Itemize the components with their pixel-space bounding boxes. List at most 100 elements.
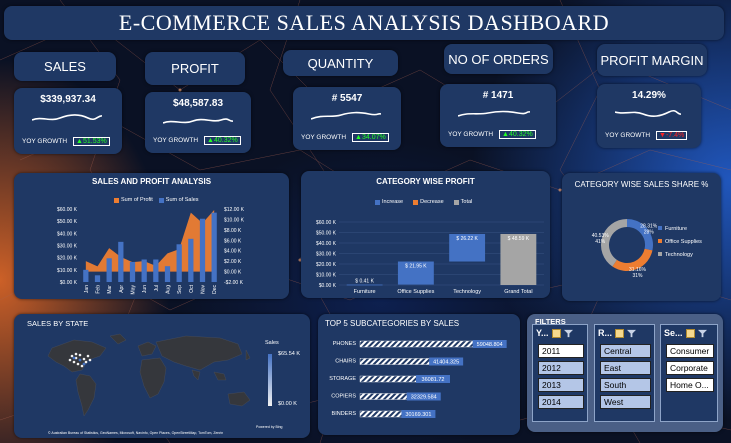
x-tick-label: Jul — [154, 285, 160, 291]
sales-bar — [199, 218, 206, 282]
region-slicer-header: R... — [595, 325, 654, 341]
x-tick-label: Feb — [96, 285, 102, 294]
kpi-profit-yoy-value: ▲40.32% — [204, 136, 241, 145]
sales-bar — [106, 258, 112, 282]
y-tick-label-right: $4.00 K — [224, 249, 242, 255]
kpi-orders-yoy: YOY GROWTH ▲40.32% — [448, 130, 536, 139]
year-item-2013[interactable]: 2013 — [538, 378, 584, 392]
sales-bar — [83, 269, 89, 282]
year-slicer: Y... 2011 2012 2013 2014 — [532, 324, 588, 422]
filters-panel: FILTERS Y... 2011 2012 2013 2014 R... Ce… — [527, 314, 723, 432]
kpi-profit-sparkline — [163, 118, 233, 124]
kpi-margin-yoy: YOY GROWTH ▼-7.4% — [605, 131, 688, 140]
category-label: STORAGE — [329, 376, 356, 382]
y-tick-label-right: $6.00 K — [224, 238, 242, 244]
region-item-west[interactable]: West — [600, 395, 651, 409]
segment-item-corporate[interactable]: Corporate — [666, 361, 714, 375]
kpi-orders-label: NO OF ORDERS — [448, 51, 549, 67]
kpi-margin-yoy-label: YOY GROWTH — [605, 132, 651, 139]
data-label: $ 0.41 K — [355, 279, 374, 285]
data-label: 30169.301 — [405, 412, 431, 418]
category-share-chart: 28.31%28%31.16%31%40.53%41%FurnitureOffi… — [592, 219, 702, 279]
segment-slicer-title: Se... — [664, 328, 683, 338]
y-tick-label-left: $50.00 K — [57, 219, 78, 225]
kpi-margin-value: 14.29% — [632, 90, 666, 101]
data-label: $ 26.22 K — [456, 236, 478, 242]
segment-item-consumer[interactable]: Consumer — [666, 344, 714, 358]
sales-bar — [141, 259, 147, 282]
region-item-south[interactable]: South — [600, 378, 651, 392]
x-tick-label: Sep — [177, 285, 183, 294]
increase-bar — [346, 284, 383, 286]
category-label: BINDERS — [332, 411, 357, 417]
legend-label: Office Supplies — [665, 239, 702, 245]
sales-bar — [153, 259, 159, 282]
map-legend-title: Sales — [265, 340, 279, 346]
year-item-2011[interactable]: 2011 — [538, 344, 584, 358]
kpi-orders-sparkline — [458, 110, 530, 117]
x-tick-label: Nov — [201, 285, 207, 294]
slice-label-short: 28% — [644, 229, 655, 235]
kpi-profit-card: $48,587.83 YOY GROWTH ▲40.32% — [145, 92, 251, 153]
kpi-sales-yoy-label: YOY GROWTH — [22, 138, 68, 145]
sales-by-state-panel: SALES BY STATE Sales $65.54 K $0.00 K Po… — [14, 314, 310, 438]
data-label: 59048.804 — [477, 342, 503, 348]
kpi-margin-label-box: PROFIT MARGIN — [597, 44, 707, 76]
y-tick-label: $50.00 K — [316, 231, 337, 237]
kpi-quantity-sparkline — [311, 111, 381, 120]
region-item-central[interactable]: Central — [600, 344, 651, 358]
world-map[interactable] — [14, 314, 310, 438]
multi-select-icon[interactable] — [615, 328, 625, 338]
region-item-east[interactable]: East — [600, 361, 651, 375]
clear-filter-icon[interactable] — [563, 329, 573, 338]
sales-bar — [176, 244, 182, 282]
x-tick-label: Technology — [453, 289, 481, 295]
x-tick-label: Aug — [166, 285, 172, 294]
year-item-2014[interactable]: 2014 — [538, 395, 584, 409]
kpi-sales-sparkline — [32, 114, 102, 121]
sales-profit-panel: SALES AND PROFIT ANALYSIS Sum of Profit … — [14, 173, 289, 299]
sales-bar — [188, 238, 194, 282]
clear-filter-icon[interactable] — [697, 329, 707, 338]
donut-slice — [601, 219, 628, 267]
sales-bar — [164, 266, 171, 282]
kpi-sales-label: SALES — [44, 59, 86, 74]
kpi-sales-label-box: SALES — [14, 52, 116, 81]
kpi-orders-card: # 1471 YOY GROWTH ▲40.32% — [440, 84, 556, 147]
map-powered-by: Powered by Bing — [256, 425, 283, 429]
y-tick-label: $20.00 K — [316, 262, 337, 268]
x-tick-label: Apr — [119, 285, 125, 293]
segment-item-home-office[interactable]: Home O... — [666, 378, 714, 392]
category-label: COPIERS — [331, 394, 356, 400]
y-tick-label: $10.00 K — [316, 273, 337, 279]
y-tick-label-right: $0.00 K — [224, 270, 242, 276]
y-tick-label-left: $30.00 K — [57, 244, 78, 250]
data-label: $ 48.59 K — [508, 236, 530, 242]
kpi-orders-yoy-value: ▲40.32% — [499, 130, 536, 139]
x-tick-label: Oct — [189, 284, 195, 292]
multi-select-icon[interactable] — [685, 328, 695, 338]
data-label: 41404.325 — [433, 360, 459, 366]
dashboard-title: E-COMMERCE SALES ANALYSIS DASHBOARD — [118, 10, 610, 35]
x-tick-label: Furniture — [354, 289, 376, 295]
y-tick-label: $0.00 K — [319, 283, 337, 289]
year-slicer-title: Y... — [536, 328, 549, 338]
legend-label: Technology — [665, 252, 693, 258]
kpi-sales-card: $339,937.34 YOY GROWTH ▲51.53% — [14, 88, 122, 154]
y-tick-label: $60.00 K — [316, 220, 337, 226]
multi-select-icon[interactable] — [551, 328, 561, 338]
kpi-profit-value: $48,587.83 — [172, 98, 224, 109]
slice-label-short: 41% — [595, 239, 606, 245]
dashboard-title-bar: E-COMMERCE SALES ANALYSIS DASHBOARD — [4, 6, 724, 40]
clear-filter-icon[interactable] — [627, 329, 637, 338]
kpi-margin-yoy-value: ▼-7.4% — [656, 131, 688, 140]
data-label: 32329.584 — [411, 395, 437, 401]
category-profit-panel: CATEGORY WISE PROFIT Increase Decrease T… — [301, 171, 550, 298]
segment-slicer: Se... Consumer Corporate Home O... — [660, 324, 718, 422]
y-tick-label-left: $10.00 K — [57, 268, 78, 274]
map-legend-max: $65.54 K — [278, 351, 301, 357]
kpi-quantity-card: # 5547 YOY GROWTH ▲34.07% — [293, 87, 401, 150]
category-label: PHONES — [333, 341, 357, 347]
x-tick-label: Dec — [212, 285, 218, 294]
year-item-2012[interactable]: 2012 — [538, 361, 584, 375]
